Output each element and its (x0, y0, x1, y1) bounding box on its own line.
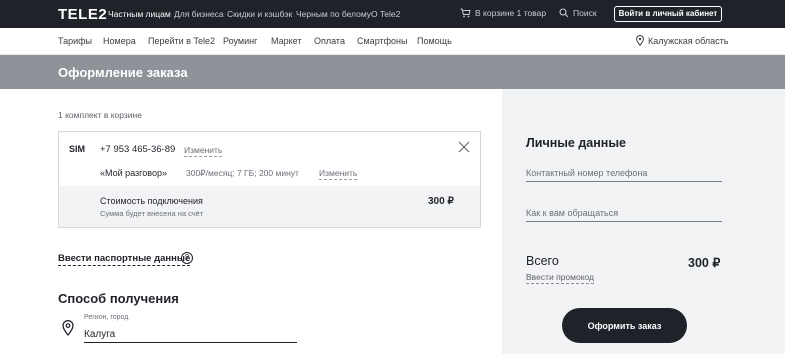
promo-code-link[interactable]: Ввести промокод (526, 272, 595, 284)
change-tariff-link[interactable]: Изменить (319, 168, 358, 180)
page-title: Оформление заказа (58, 65, 188, 80)
cart-item-card: SIM +7 953 465-36-89 Изменить «Мой разго… (58, 131, 481, 228)
region-selector[interactable]: Калужская область (636, 35, 729, 47)
top-bar: TELE2 Частным лицам Для бизнеса Скидки и… (0, 0, 785, 28)
page-title-bar: Оформление заказа (0, 55, 785, 89)
close-icon[interactable] (457, 140, 471, 154)
location-pin-icon (62, 320, 74, 336)
city-input[interactable] (84, 326, 297, 343)
name-field[interactable] (526, 204, 722, 222)
change-number-link[interactable]: Изменить (184, 145, 223, 157)
phone-number: +7 953 465-36-89 (100, 144, 176, 155)
secondary-nav: Тарифы Номера Перейти в Tele2 Роуминг Ма… (0, 28, 785, 55)
fee-label: Стоимость подключения (100, 196, 203, 206)
subnav-help[interactable]: Помощь (417, 36, 452, 46)
passport-link[interactable]: Ввести паспортные данные (58, 253, 191, 266)
cart-icon (460, 8, 471, 18)
search-icon (559, 8, 569, 18)
fee-note: Сумма будет внесена на счёт (100, 209, 204, 218)
search-link[interactable]: Поиск (559, 8, 597, 18)
search-label: Поиск (573, 8, 597, 18)
cart-link[interactable]: В корзине 1 товар (460, 8, 546, 18)
nav-black-on-white[interactable]: Черным по белому (296, 9, 371, 19)
tariff-description: 300₽/месяц; 7 ГБ; 200 минут (186, 168, 299, 178)
connection-fee-row: Стоимость подключения Сумма будет внесен… (59, 186, 480, 227)
cart-text: В корзине 1 товар (475, 8, 547, 18)
subnav-roaming[interactable]: Роуминг (223, 36, 257, 46)
subnav-numbers[interactable]: Номера (103, 36, 136, 46)
nav-private[interactable]: Частным лицам (108, 9, 171, 19)
nav-about[interactable]: О Tele2 (371, 9, 400, 19)
tariff-name: «Мой разговор» (100, 168, 167, 178)
personal-data-title: Личные данные (526, 136, 626, 150)
tele2-logo[interactable]: TELE2 (58, 6, 107, 23)
region-field-label: Регион, город (84, 314, 129, 321)
subnav-switch[interactable]: Перейти в Tele2 (148, 36, 215, 46)
location-pin-icon (636, 35, 644, 47)
help-icon[interactable]: ? (181, 252, 193, 264)
login-button[interactable]: Войти в личный кабинет (614, 6, 722, 22)
subnav-payment[interactable]: Оплата (314, 36, 345, 46)
total-price: 300 ₽ (688, 256, 721, 270)
sim-label: SIM (69, 144, 86, 154)
subnav-tariffs[interactable]: Тарифы (58, 36, 92, 46)
region-label: Калужская область (648, 36, 729, 46)
total-label: Всего (526, 254, 559, 268)
fee-price: 300 ₽ (428, 196, 454, 207)
place-order-button[interactable]: Оформить заказ (562, 308, 687, 343)
delivery-title: Способ получения (58, 291, 179, 306)
subnav-market[interactable]: Маркет (271, 36, 301, 46)
nav-business[interactable]: Для бизнеса (174, 9, 224, 19)
nav-discounts[interactable]: Скидки и кэшбэк (227, 9, 292, 19)
subnav-smartphones[interactable]: Смартфоны (357, 36, 407, 46)
phone-field[interactable] (526, 164, 722, 182)
cart-count: 1 комплект в корзине (58, 110, 142, 120)
